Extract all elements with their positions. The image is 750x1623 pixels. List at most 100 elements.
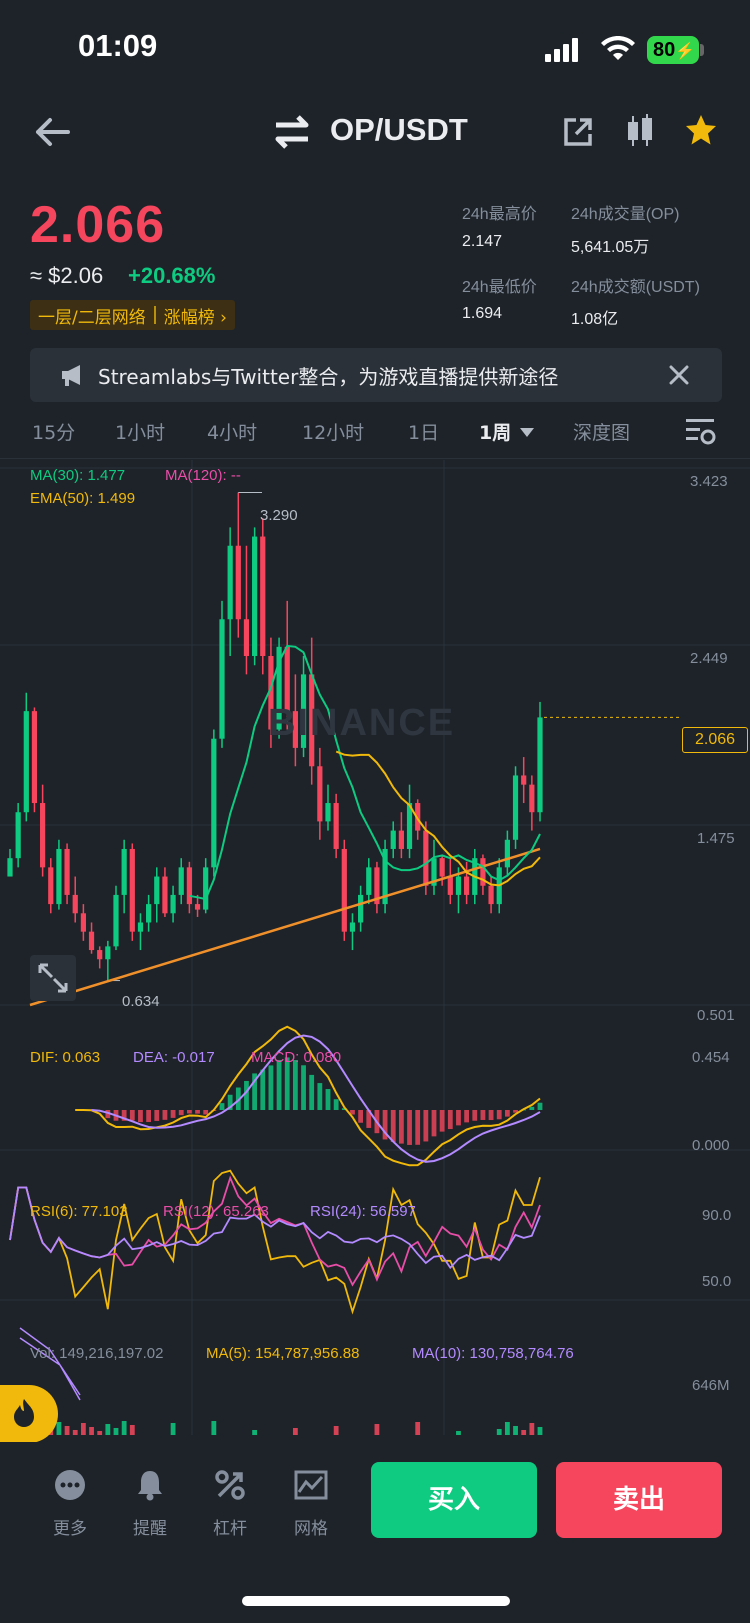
candle-body <box>455 876 462 895</box>
expand-icon[interactable] <box>30 955 76 1001</box>
candle-body <box>56 848 62 905</box>
stat-turnover-value: 1.08亿 <box>571 311 619 328</box>
rsi-axis-tick: 50.0 <box>702 1273 732 1290</box>
tab-12h[interactable]: 12小时 <box>302 418 364 445</box>
candle-body <box>113 894 119 947</box>
rsi24-label: RSI(24): 56.597 <box>310 1203 416 1220</box>
tab-depth[interactable]: 深度图 <box>573 418 630 445</box>
rsi24-line <box>9 1186 541 1270</box>
home-indicator[interactable] <box>242 1596 510 1606</box>
volume-bar <box>121 1421 127 1435</box>
tab-1w[interactable]: 1周 <box>479 418 511 445</box>
sell-button[interactable]: 卖出 <box>556 1462 722 1538</box>
candle-body <box>243 619 250 657</box>
ma30-label: MA(30): 1.477 <box>30 467 126 484</box>
fire-button[interactable] <box>0 1385 58 1443</box>
percent-icon <box>215 1470 245 1500</box>
macd-bar <box>358 1110 364 1123</box>
chart-settings-icon[interactable] <box>684 416 716 448</box>
candle-body <box>72 894 78 914</box>
volume-bar <box>113 1428 119 1435</box>
macd-bar <box>325 1089 331 1110</box>
candle-body <box>537 717 543 813</box>
tag-gainers[interactable]: 涨幅榜 › <box>164 303 227 328</box>
tab-15m[interactable]: 15分 <box>32 418 75 445</box>
rsi12-label: RSI(12): 65.263 <box>163 1203 269 1220</box>
price-chart[interactable] <box>0 460 750 1440</box>
more-icon <box>55 1470 85 1500</box>
candle-body <box>358 894 364 923</box>
volume-bar <box>129 1425 135 1435</box>
tab-1d[interactable]: 1日 <box>408 418 439 445</box>
volume-bar <box>513 1426 518 1435</box>
nav-more[interactable]: 更多 <box>40 1468 100 1539</box>
volume-axis-tick: 646M <box>692 1377 730 1394</box>
candle-body <box>105 946 111 960</box>
swap-pair-icon[interactable] <box>272 114 312 150</box>
rsi12-line <box>9 1175 541 1287</box>
volume-bar <box>415 1422 421 1435</box>
candle-body <box>162 876 168 914</box>
stat-high-label: 24h最高价 <box>462 206 537 223</box>
candle-body <box>146 904 152 923</box>
macd-axis-tick: 0.000 <box>692 1137 730 1154</box>
dea-label: DEA: -0.017 <box>133 1049 215 1066</box>
announcement-text[interactable]: Streamlabs与Twitter整合，为游戏直播提供新途径 <box>98 361 558 390</box>
back-arrow-icon[interactable] <box>32 112 72 152</box>
chevron-down-icon[interactable] <box>520 428 534 438</box>
watermark-logo: BINANCE <box>268 702 456 744</box>
candle-body <box>439 858 445 877</box>
nav-alert[interactable]: 提醒 <box>120 1468 180 1539</box>
candle-body <box>7 858 13 877</box>
tab-4h[interactable]: 4小时 <box>207 418 257 445</box>
wifi-icon <box>601 36 635 60</box>
macd-axis-tick: 0.454 <box>692 1049 730 1066</box>
candle-body <box>154 876 160 905</box>
usd-price: ≈ $2.06 <box>30 263 104 288</box>
stat-high-value: 2.147 <box>462 233 503 250</box>
candle-body <box>447 876 453 895</box>
candle-body <box>88 931 95 951</box>
tab-1h[interactable]: 1小时 <box>115 418 165 445</box>
chart-grid <box>0 460 750 1435</box>
close-icon[interactable] <box>668 364 690 386</box>
category-tags[interactable]: 一层/二层网络 涨幅榜 › <box>30 300 235 330</box>
candle-body <box>129 848 135 932</box>
macd-bar <box>244 1080 249 1110</box>
candle-body <box>211 738 217 868</box>
chart-overlays <box>7 491 682 1435</box>
volume-bar <box>64 1426 70 1435</box>
macd-bar <box>154 1110 160 1121</box>
volume-bar <box>170 1423 176 1435</box>
macd-bar <box>423 1110 429 1142</box>
volume-bar <box>374 1424 380 1435</box>
macd-bar <box>415 1110 421 1145</box>
candle-body <box>521 775 527 785</box>
stat-low-value: 1.694 <box>462 305 503 322</box>
dif-line <box>75 1025 541 1167</box>
stat-volume-label: 24h成交量(OP) <box>571 206 680 223</box>
candle-body <box>333 803 339 849</box>
nav-grid-label: 网格 <box>294 1519 328 1539</box>
nav-margin[interactable]: 杠杆 <box>200 1468 260 1539</box>
candlestick-toggle-icon[interactable] <box>624 114 656 148</box>
trend-line <box>29 847 541 1007</box>
bell-icon <box>138 1471 162 1501</box>
share-icon[interactable] <box>562 116 594 148</box>
volume-bar <box>529 1423 535 1435</box>
macd-bar <box>464 1110 470 1123</box>
candle-body <box>464 876 470 895</box>
macd-bar <box>138 1110 143 1123</box>
candle-body <box>23 711 29 813</box>
macd-bar <box>309 1074 315 1110</box>
stat-turnover-label: 24h成交额(USDT) <box>571 279 700 296</box>
nav-grid[interactable]: 网格 <box>281 1468 341 1539</box>
buy-button[interactable]: 买入 <box>371 1462 537 1538</box>
favorite-star-icon[interactable] <box>684 113 718 147</box>
pair-title[interactable]: OP/USDT <box>330 112 468 148</box>
stat-low-label: 24h最低价 <box>462 279 537 296</box>
tag-layer-network[interactable]: 一层/二层网络 <box>38 303 146 328</box>
macd-bar <box>431 1110 437 1137</box>
macd-bar <box>292 1060 298 1110</box>
macd-label: MACD: 0.080 <box>251 1049 342 1066</box>
